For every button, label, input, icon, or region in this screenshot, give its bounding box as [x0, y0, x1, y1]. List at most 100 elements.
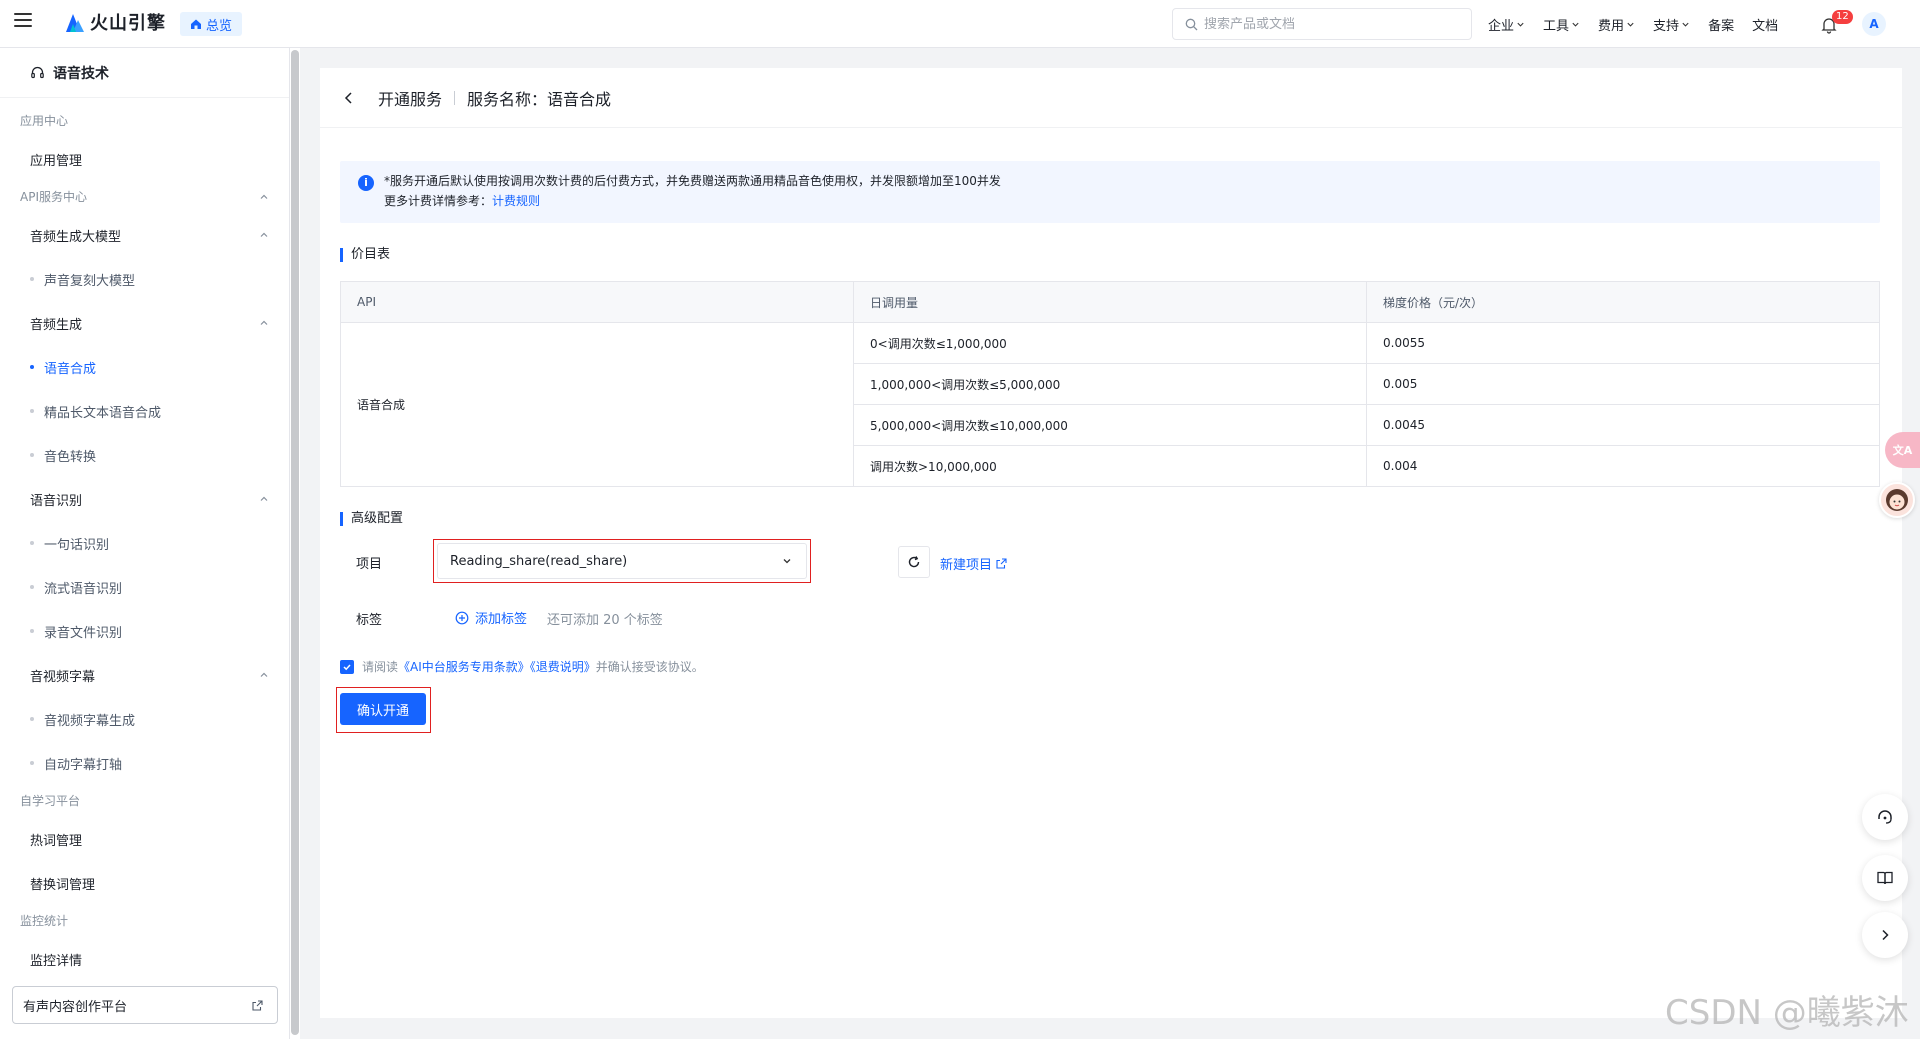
- sidebar-item-replace-word[interactable]: 替换词管理: [0, 861, 289, 905]
- range-cell: 1,000,000<调用次数≤5,000,000: [853, 363, 1367, 405]
- add-tag-button[interactable]: 添加标签: [455, 608, 527, 627]
- chevron-down-icon: [1682, 22, 1689, 27]
- nav-tools-label: 工具: [1543, 18, 1570, 34]
- creator-platform-button[interactable]: 有声内容创作平台: [12, 986, 278, 1024]
- expand-panel-button[interactable]: [1862, 912, 1908, 958]
- overview-button[interactable]: 总览: [180, 12, 243, 36]
- chevron-up-icon: [260, 320, 268, 325]
- add-tag-label: 添加标签: [475, 612, 528, 627]
- sidebar-item-tts[interactable]: 语音合成: [0, 345, 289, 389]
- sidebar-item-subtitle-gen[interactable]: 音视频字幕生成: [0, 697, 289, 741]
- documentation-button[interactable]: [1862, 855, 1908, 901]
- nav-tools[interactable]: 工具: [1543, 15, 1580, 34]
- chevron-down-icon: [1572, 22, 1579, 27]
- chevron-up-icon: [260, 672, 268, 677]
- agreement-suffix: 并确认接受该协议。: [595, 660, 704, 674]
- project-select[interactable]: Reading_share(read_share): [437, 543, 807, 579]
- billing-rules-link[interactable]: 计费规则: [492, 194, 540, 208]
- sidebar-item-hotword[interactable]: 热词管理: [0, 817, 289, 861]
- sidebar-item-label: 音视频字幕: [30, 669, 96, 685]
- chevron-up-icon: [260, 194, 268, 199]
- column-header-daily-volume: 日调用量: [853, 281, 1367, 323]
- sidebar-item-voice-convert[interactable]: 音色转换: [0, 433, 289, 477]
- sidebar-scrollbar[interactable]: [290, 48, 300, 1039]
- sidebar-item-label: 流式语音识别: [44, 581, 123, 597]
- project-select-value: Reading_share(read_share): [450, 553, 628, 569]
- sidebar-item-label: 音视频字幕生成: [44, 713, 136, 729]
- agreement-prefix: 请阅读: [362, 660, 399, 674]
- ai-terms-link[interactable]: 《AI中台服务专用条款》: [398, 660, 530, 674]
- sidebar-item-audio-big-model[interactable]: 音频生成大模型: [0, 213, 289, 257]
- api-name-cell: 语音合成: [340, 322, 854, 487]
- notification-bell[interactable]: 12: [1820, 10, 1853, 36]
- sidebar-item-label: 音频生成大模型: [30, 229, 122, 245]
- sidebar-item-label: 一句话识别: [44, 537, 110, 553]
- sidebar-title-label: 语音技术: [53, 65, 109, 82]
- nav-support[interactable]: 支持: [1653, 15, 1690, 34]
- assistant-face-icon: [1886, 489, 1908, 511]
- nav-icp[interactable]: 备案: [1708, 15, 1734, 34]
- sidebar-item-file-asr[interactable]: 录音文件识别: [0, 609, 289, 653]
- sidebar-item-monitor-detail[interactable]: 监控详情: [0, 937, 289, 981]
- top-header: 火山引擎 总览 企业 工具 费用 支持 备案 文档 12 A: [0, 0, 1920, 48]
- confirm-activate-button[interactable]: 确认开通: [340, 693, 426, 725]
- search-input[interactable]: [1204, 16, 1454, 32]
- bullet-icon: [30, 365, 34, 369]
- group-app-center-label: 应用中心: [20, 114, 69, 128]
- creator-platform-label: 有声内容创作平台: [23, 999, 128, 1015]
- nav-enterprise[interactable]: 企业: [1488, 15, 1525, 34]
- nav-billing-label: 费用: [1598, 18, 1625, 34]
- refresh-icon: [908, 556, 920, 568]
- group-monitor: 监控统计: [0, 905, 289, 937]
- refund-link[interactable]: 《退费说明》: [530, 660, 596, 674]
- sidebar-item-label: 自动字幕打轴: [44, 757, 123, 773]
- sidebar-item-auto-subtitle[interactable]: 自动字幕打轴: [0, 741, 289, 785]
- sidebar-item-label: 应用管理: [30, 153, 83, 169]
- bullet-icon: [30, 629, 34, 633]
- range-cell: 0<调用次数≤1,000,000: [853, 322, 1367, 364]
- sidebar-item-label: 语音识别: [30, 493, 83, 509]
- sidebar-item-subtitle[interactable]: 音视频字幕: [0, 653, 289, 697]
- assistant-avatar[interactable]: [1879, 482, 1915, 518]
- scrollbar-thumb[interactable]: [291, 50, 299, 1035]
- sidebar-item-app-manage[interactable]: 应用管理: [0, 137, 289, 181]
- back-arrow-icon[interactable]: [342, 91, 356, 105]
- translate-icon: 文A: [1892, 444, 1913, 457]
- menu-icon[interactable]: [14, 13, 32, 27]
- avatar[interactable]: A: [1862, 12, 1886, 36]
- column-header-api: API: [340, 281, 854, 323]
- home-icon: [191, 19, 201, 29]
- nav-billing[interactable]: 费用: [1598, 15, 1635, 34]
- group-api-center[interactable]: API服务中心: [0, 181, 289, 213]
- sidebar-item-streaming[interactable]: 流式语音识别: [0, 565, 289, 609]
- sidebar-item-label: 音色转换: [44, 449, 97, 465]
- nav-docs[interactable]: 文档: [1752, 15, 1778, 34]
- refresh-button[interactable]: [898, 546, 930, 578]
- notice-line-2: 更多计费详情参考：计费规则: [358, 191, 1864, 211]
- new-project-link[interactable]: 新建项目: [940, 554, 1007, 573]
- breadcrumb-divider: [454, 90, 456, 105]
- check-icon: [343, 663, 351, 670]
- group-api-center-label: API服务中心: [20, 190, 87, 204]
- billing-notice: i *服务开通后默认使用按调用次数计费的后付费方式，并免费赠送两款通用精品音色使…: [340, 161, 1880, 223]
- bullet-icon: [30, 761, 34, 765]
- sidebar-item-long-tts[interactable]: 精品长文本语音合成: [0, 389, 289, 433]
- page-header: 开通服务 服务名称：语音合成: [320, 68, 1902, 128]
- sidebar-item-one-sentence[interactable]: 一句话识别: [0, 521, 289, 565]
- bullet-icon: [30, 277, 34, 281]
- page-title: 服务名称：语音合成: [467, 89, 612, 109]
- notification-badge: 12: [1832, 10, 1853, 24]
- sidebar-item-audio-gen[interactable]: 音频生成: [0, 301, 289, 345]
- bullet-icon: [30, 453, 34, 457]
- customer-service-button[interactable]: [1862, 794, 1908, 840]
- range-cell: 调用次数>10,000,000: [853, 445, 1367, 487]
- search-box[interactable]: [1172, 8, 1472, 40]
- agreement-checkbox[interactable]: [340, 659, 354, 674]
- sidebar-item-asr[interactable]: 语音识别: [0, 477, 289, 521]
- logo[interactable]: 火山引擎: [64, 9, 166, 35]
- chevron-up-icon: [260, 232, 268, 237]
- chevron-down-icon: [783, 559, 791, 564]
- translate-tab[interactable]: 文A: [1885, 432, 1920, 468]
- sidebar-item-voice-clone[interactable]: 声音复刻大模型: [0, 257, 289, 301]
- price-cell: 0.0045: [1366, 404, 1880, 446]
